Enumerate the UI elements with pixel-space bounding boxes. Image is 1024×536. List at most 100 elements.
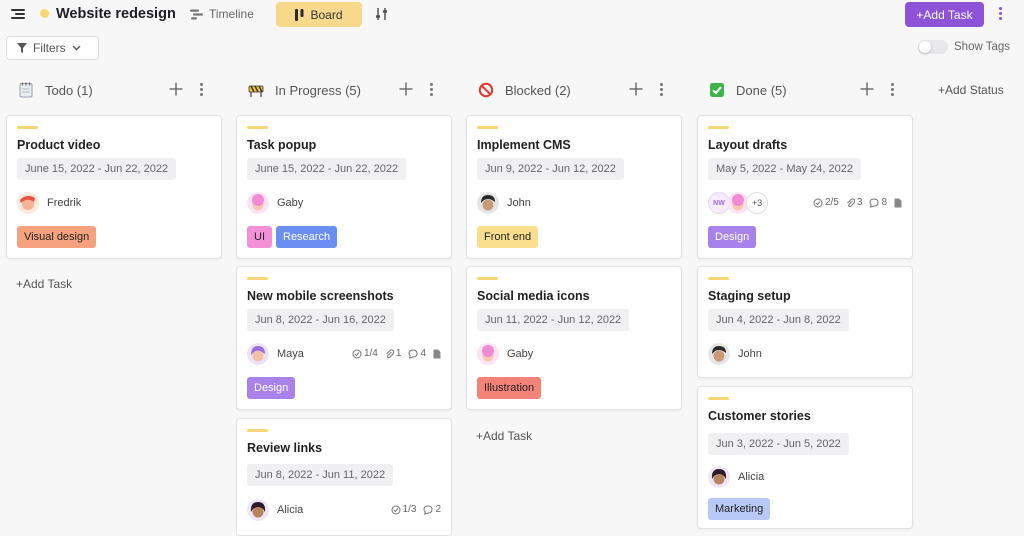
more-options-icon[interactable] — [887, 82, 897, 98]
card-title: Customer stories — [708, 409, 811, 423]
plus-icon[interactable] — [628, 81, 644, 97]
card-color-bar — [477, 277, 498, 280]
column-title: Done (5) — [736, 83, 787, 98]
card-meta: 1/4 1 4 — [352, 348, 441, 359]
tag-illustration[interactable]: Illustration — [477, 377, 542, 399]
card-assignee: Fredrik — [17, 191, 81, 215]
attachments-value: 3 — [856, 197, 863, 208]
subtasks-count: 1/4 — [352, 348, 378, 359]
view-timeline-button[interactable]: Timeline — [190, 4, 254, 24]
assignee-name: Gaby — [507, 348, 534, 360]
card-date-range: May 5, 2022 - May 24, 2022 — [708, 158, 861, 180]
avatar — [247, 499, 269, 521]
tag-visual-design[interactable]: Visual design — [17, 226, 97, 248]
task-card[interactable]: Layout drafts May 5, 2022 - May 24, 2022… — [697, 115, 913, 259]
card-date-range: Jun 4, 2022 - Jun 8, 2022 — [708, 309, 849, 331]
card-title: Staging setup — [708, 289, 791, 303]
column-title: Blocked (2) — [505, 83, 571, 98]
add-status-button[interactable]: +Add Status — [938, 83, 1004, 97]
task-card[interactable]: Implement CMS Jun 9, 2022 - Jun 12, 2022… — [466, 115, 682, 259]
filters-label: Filters — [33, 41, 66, 55]
menu-icon[interactable] — [11, 8, 25, 20]
card-date-range: Jun 8, 2022 - Jun 11, 2022 — [247, 464, 394, 486]
card-color-bar — [708, 397, 729, 400]
more-options-icon[interactable] — [196, 82, 206, 98]
column-blocked: Blocked (2) Implement CMS Jun 9, 2022 - … — [466, 78, 682, 443]
card-tags: Illustration — [477, 377, 542, 399]
subtasks-count: 2/5 — [813, 197, 839, 208]
more-options-icon[interactable] — [426, 82, 436, 98]
more-assignees-badge[interactable]: +3 — [746, 192, 768, 214]
column-title: Todo (1) — [45, 83, 93, 98]
column-header: Todo (1) — [6, 78, 222, 102]
avatar — [477, 343, 499, 365]
add-task-column-button[interactable]: +Add Task — [16, 277, 72, 291]
assignee-name: Gaby — [277, 197, 304, 209]
card-color-bar — [247, 126, 268, 129]
task-card[interactable]: Task popup June 15, 2022 - Jun 22, 2022 … — [236, 115, 452, 259]
filters-button[interactable]: Filters — [6, 36, 99, 60]
project-color-dot — [40, 9, 49, 18]
card-assignee: Gaby — [477, 342, 533, 366]
check-circle-icon — [391, 505, 401, 514]
tag-design[interactable]: Design — [708, 226, 757, 248]
task-card[interactable]: Customer stories Jun 3, 2022 - Jun 5, 20… — [697, 386, 913, 529]
plus-icon[interactable] — [398, 81, 414, 97]
plus-icon[interactable] — [168, 81, 184, 97]
comments-count: 8 — [869, 197, 887, 208]
card-color-bar — [17, 126, 38, 129]
add-task-button[interactable]: +Add Task — [905, 2, 984, 27]
card-date-range: June 15, 2022 - Jun 22, 2022 — [247, 158, 407, 180]
check-circle-icon — [813, 198, 823, 207]
filter-icon — [17, 43, 27, 53]
check-box-icon — [710, 83, 724, 97]
adjust-icon[interactable] — [374, 6, 390, 22]
task-card[interactable]: Staging setup Jun 4, 2022 - Jun 8, 2022 … — [697, 266, 913, 378]
card-color-bar — [247, 277, 268, 280]
attachments-value: 1 — [395, 348, 402, 359]
comments-count: 4 — [408, 348, 426, 359]
plus-icon[interactable] — [859, 81, 875, 97]
more-options-icon[interactable] — [656, 82, 666, 98]
add-task-column-button[interactable]: +Add Task — [476, 429, 532, 443]
card-title: Implement CMS — [477, 138, 571, 152]
timeline-icon — [190, 9, 203, 19]
assignee-name: Alicia — [277, 504, 304, 516]
assignee-name: Alicia — [738, 471, 765, 483]
tag-front-end[interactable]: Front end — [477, 226, 539, 248]
card-date-range: Jun 8, 2022 - Jun 16, 2022 — [247, 309, 394, 331]
show-tags-toggle[interactable] — [918, 40, 948, 54]
card-color-bar — [708, 126, 729, 129]
task-card[interactable]: Product video June 15, 2022 - Jun 22, 20… — [6, 115, 222, 259]
task-card[interactable]: New mobile screenshots Jun 8, 2022 - Jun… — [236, 266, 452, 410]
card-color-bar — [247, 429, 268, 432]
comments-count: 2 — [423, 504, 441, 515]
card-title: Task popup — [247, 138, 317, 152]
view-board-button[interactable]: Board — [276, 2, 362, 27]
attachments-count: 3 — [846, 197, 863, 208]
check-circle-icon — [352, 349, 362, 358]
comments-value: 2 — [435, 504, 441, 515]
tag-marketing[interactable]: Marketing — [708, 498, 771, 520]
card-title: Product video — [17, 138, 101, 152]
file-icon — [433, 349, 441, 358]
tag-design[interactable]: Design — [247, 377, 296, 399]
show-tags: Show Tags — [918, 40, 1010, 54]
more-options-icon[interactable] — [994, 6, 1006, 22]
card-title: Layout drafts — [708, 138, 788, 152]
card-assignee: Alicia — [708, 465, 764, 489]
card-date-range: Jun 3, 2022 - Jun 5, 2022 — [708, 433, 849, 455]
task-card[interactable]: Social media icons Jun 11, 2022 - Jun 12… — [466, 266, 682, 410]
card-assignee: John — [708, 342, 762, 366]
comment-icon — [869, 197, 879, 208]
card-tags: Design — [708, 226, 757, 248]
assignee-name: Fredrik — [47, 197, 82, 209]
tag-research[interactable]: Research — [276, 226, 338, 248]
card-date-range: Jun 9, 2022 - Jun 12, 2022 — [477, 158, 624, 180]
task-card[interactable]: Review links Jun 8, 2022 - Jun 11, 2022 … — [236, 418, 452, 536]
avatar — [477, 192, 499, 214]
tag-ui[interactable]: UI — [247, 226, 272, 248]
comments-value: 4 — [420, 348, 426, 359]
card-assignee: Alicia — [247, 498, 303, 522]
notepad-icon — [19, 82, 33, 98]
